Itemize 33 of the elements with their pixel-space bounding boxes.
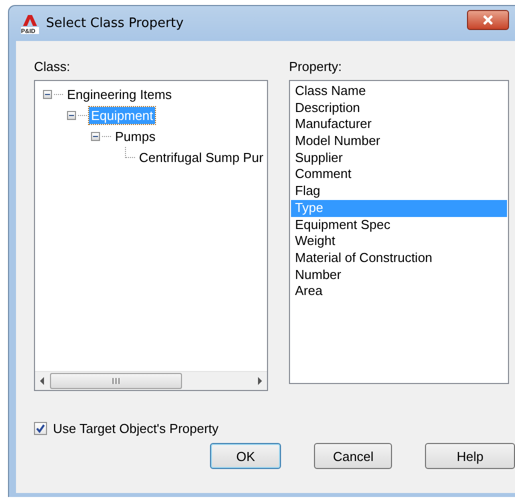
horizontal-scrollbar[interactable] [35, 371, 267, 390]
property-item[interactable]: Model Number [291, 133, 507, 150]
scrollbar-thumb[interactable] [50, 373, 182, 389]
property-label: Property: [289, 59, 343, 76]
close-button[interactable] [467, 10, 509, 30]
property-item[interactable]: Description [291, 100, 507, 116]
dialog-button[interactable]: Cancel [314, 443, 392, 469]
property-item[interactable]: Number [291, 266, 507, 284]
collapse-icon[interactable] [91, 132, 100, 141]
property-item[interactable]: Manufacturer [291, 116, 507, 134]
property-item[interactable]: Comment [291, 166, 507, 184]
class-label: Class: [34, 59, 72, 76]
dialog-button[interactable]: OK [210, 443, 282, 469]
collapse-icon[interactable] [67, 111, 76, 120]
tree-item[interactable]: Centrifugal Sump Pur [137, 149, 266, 166]
tree-item[interactable]: Pumps [113, 128, 158, 145]
property-item[interactable]: Supplier [291, 150, 507, 166]
grip-icon [112, 378, 120, 384]
property-item[interactable]: Area [291, 283, 507, 300]
property-item[interactable]: Class Name [291, 83, 507, 100]
checkbox[interactable] [34, 422, 47, 435]
dialog-button[interactable]: Help [425, 443, 515, 469]
property-item[interactable]: Flag [291, 183, 507, 200]
checkbox-label[interactable]: Use Target Object's Property [53, 421, 219, 436]
close-icon [482, 14, 494, 24]
collapse-icon[interactable] [43, 90, 52, 99]
window-title: Select Class Property [46, 16, 185, 31]
property-item[interactable]: Equipment Spec [291, 216, 507, 234]
scroll-right-icon[interactable] [256, 377, 264, 385]
scroll-left-icon[interactable] [38, 377, 46, 385]
property-item[interactable]: Material of Construction [291, 250, 507, 267]
tree-item[interactable]: Engineering Items [65, 86, 174, 103]
property-item[interactable]: Weight [291, 233, 507, 250]
